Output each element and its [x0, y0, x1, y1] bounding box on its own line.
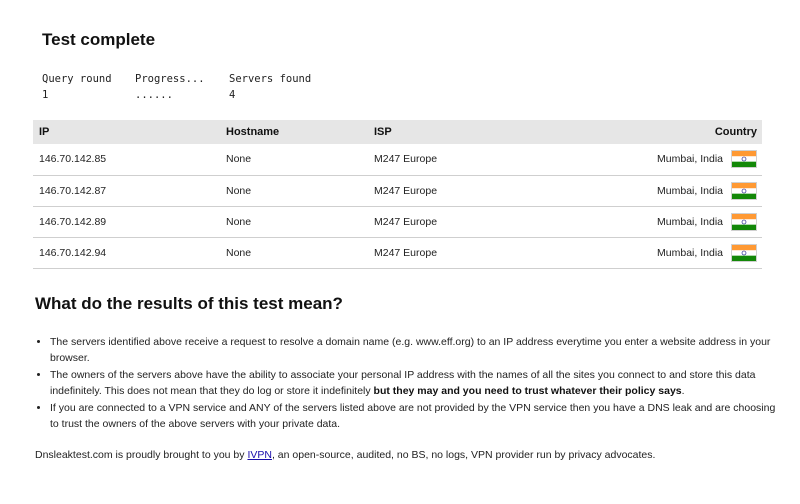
footer-text-after: , an open-source, audited, no BS, no log…	[271, 449, 656, 461]
india-flag-icon	[731, 212, 757, 231]
column-header-ip: IP	[39, 126, 50, 138]
cell-ip: 146.70.142.87	[39, 184, 107, 197]
page: Test complete Query round Progress... Se…	[0, 0, 800, 504]
page-title: Test complete	[42, 30, 156, 49]
query-status: Query round Progress... Servers found 1 …	[42, 71, 329, 103]
cell-isp: M247 Europe	[374, 184, 438, 197]
india-flag-icon	[731, 181, 757, 200]
results-table-body: 146.70.142.85 None M247 Europe Mumbai, I…	[33, 144, 762, 268]
servers-found-value: 4	[229, 89, 236, 101]
cell-country: Mumbai, India	[620, 237, 762, 268]
ivpn-link[interactable]: IVPN	[247, 449, 272, 461]
table-row: 146.70.142.87 None M247 Europe Mumbai, I…	[33, 175, 762, 206]
results-table-header: IP Hostname ISP Country	[33, 120, 762, 144]
progress-label: Progress...	[135, 73, 205, 85]
cell-ip: 146.70.142.85	[39, 153, 107, 166]
query-header-row: Query round Progress... Servers found	[42, 71, 329, 87]
cell-hostname: None	[226, 153, 252, 166]
results-meaning-heading: What do the results of this test mean?	[35, 294, 343, 313]
cell-ip: 146.70.142.94	[39, 246, 107, 259]
cell-hostname: None	[226, 184, 252, 197]
cell-country: Mumbai, India	[620, 206, 762, 237]
servers-found-label: Servers found	[229, 73, 312, 85]
query-round-value: 1	[42, 89, 49, 101]
results-table: IP Hostname ISP Country 146.70.142.85 No…	[33, 120, 762, 269]
bullet-emphasis: but they may and you need to trust whate…	[373, 385, 682, 397]
table-row: 146.70.142.89 None M247 Europe Mumbai, I…	[33, 206, 762, 237]
cell-country: Mumbai, India	[620, 144, 762, 175]
column-header-isp: ISP	[374, 126, 392, 138]
footer-credit: Dnsleaktest.com is proudly brought to yo…	[35, 449, 655, 461]
cell-ip: 146.70.142.89	[39, 215, 107, 228]
india-flag-icon	[731, 150, 757, 169]
country-text: Mumbai, India	[657, 184, 723, 197]
progress-value: ......	[135, 89, 173, 101]
table-row: 146.70.142.94 None M247 Europe Mumbai, I…	[33, 237, 762, 268]
list-item: If you are connected to a VPN service an…	[50, 400, 785, 432]
list-item: The servers identified above receive a r…	[50, 334, 785, 366]
cell-hostname: None	[226, 246, 252, 259]
explanation-list: The servers identified above receive a r…	[35, 334, 785, 433]
list-item: The owners of the servers above have the…	[50, 367, 785, 399]
cell-hostname: None	[226, 215, 252, 228]
bullet-text: The servers identified above receive a r…	[50, 336, 771, 364]
cell-isp: M247 Europe	[374, 153, 438, 166]
bullet-text: If you are connected to a VPN service an…	[50, 402, 776, 430]
cell-country: Mumbai, India	[620, 175, 762, 206]
bullet-text-end: .	[681, 385, 685, 397]
query-round-label: Query round	[42, 73, 112, 85]
column-header-country: Country	[714, 126, 757, 138]
cell-isp: M247 Europe	[374, 246, 438, 259]
country-text: Mumbai, India	[657, 215, 723, 228]
table-row: 146.70.142.85 None M247 Europe Mumbai, I…	[33, 144, 762, 175]
india-flag-icon	[731, 243, 757, 262]
footer-text-before: Dnsleaktest.com is proudly brought to yo…	[35, 449, 248, 461]
cell-isp: M247 Europe	[374, 215, 438, 228]
query-value-row: 1 ...... 4	[42, 87, 329, 103]
header-row: IP Hostname ISP Country	[33, 120, 762, 144]
country-text: Mumbai, India	[657, 246, 723, 259]
country-text: Mumbai, India	[657, 153, 723, 166]
column-header-hostname: Hostname	[226, 126, 280, 138]
